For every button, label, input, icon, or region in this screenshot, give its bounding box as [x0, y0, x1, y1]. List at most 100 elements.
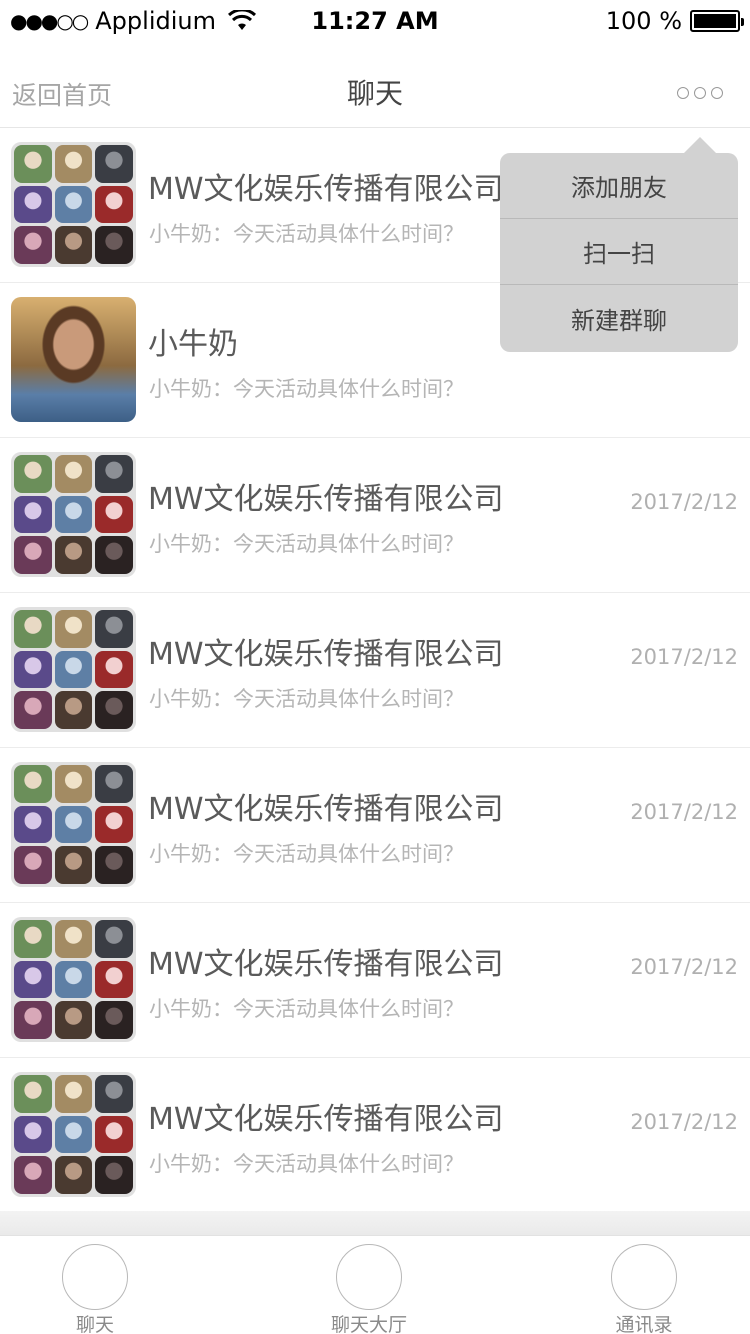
popup-arrow	[684, 137, 716, 153]
menu-item-scan[interactable]: 扫一扫	[500, 219, 738, 285]
conversation-name: MW文化娱乐传播有限公司	[148, 792, 504, 827]
member-photo	[95, 805, 133, 844]
member-photo	[54, 765, 93, 803]
member-photo	[14, 1001, 52, 1039]
tab-contacts[interactable]: 通讯录	[574, 1242, 714, 1334]
member-photo	[14, 805, 52, 844]
conversation-name: MW文化娱乐传播有限公司	[148, 637, 504, 672]
status-right: 100 %	[605, 4, 744, 38]
member-photo	[54, 805, 93, 844]
member-photo	[14, 765, 52, 803]
message-date: 2017/2/12	[630, 645, 738, 669]
conversation-name: MW文化娱乐传播有限公司	[148, 947, 504, 982]
member-photo	[54, 226, 93, 264]
nav-bar: 返回首页 聊天	[0, 42, 750, 128]
last-message: 小牛奶：今天活动具体什么时间？	[149, 222, 464, 246]
member-photo	[95, 495, 133, 534]
last-message: 小牛奶：今天活动具体什么时间？	[149, 842, 464, 866]
last-message: 小牛奶：今天活动具体什么时间？	[149, 997, 464, 1021]
member-photo	[14, 920, 52, 958]
member-photo	[54, 495, 93, 534]
popup-menu: 添加朋友 扫一扫 新建群聊	[500, 153, 738, 352]
member-photo	[95, 536, 133, 574]
conversation-row[interactable]: MW文化娱乐传播有限公司小牛奶：今天活动具体什么时间？ 2017/2/12	[0, 593, 750, 748]
page-title: 聊天	[346, 77, 403, 110]
member-photo	[14, 960, 52, 999]
menu-item-add-friend[interactable]: 添加朋友	[500, 153, 738, 219]
member-photo	[95, 1156, 133, 1194]
member-photo	[95, 650, 133, 689]
member-photo	[14, 650, 52, 689]
member-photo	[54, 1001, 93, 1039]
group-avatar	[11, 452, 136, 577]
group-avatar	[11, 142, 136, 267]
conversation-row[interactable]: MW文化娱乐传播有限公司 小牛奶：今天活动具体什么时间？ 2017/2/12	[0, 748, 750, 903]
conversation-row[interactable]: MW文化娱乐传播有限公司小牛奶：今天活动具体什么时间？ 2017/2/12	[0, 438, 750, 593]
member-photo	[95, 691, 133, 729]
member-photo	[95, 920, 133, 958]
member-photo	[54, 1115, 93, 1154]
member-photo	[14, 495, 52, 534]
tab-bar: 聊天 聊天大厅 通讯录	[0, 1235, 750, 1334]
member-photo	[14, 185, 52, 224]
member-photo	[54, 691, 93, 729]
member-photo	[54, 960, 93, 999]
member-photo	[95, 226, 133, 264]
tab-chat-hall[interactable]: 聊天大厅	[299, 1242, 439, 1334]
member-photo	[95, 960, 133, 999]
member-photo	[14, 536, 52, 574]
member-photo	[95, 610, 133, 648]
member-photo	[95, 765, 133, 803]
chat-hall-tab-icon	[336, 1244, 402, 1310]
member-photo	[54, 610, 93, 648]
member-photo	[14, 1075, 52, 1113]
member-photo	[54, 455, 93, 493]
member-photo	[95, 1001, 133, 1039]
member-photo	[95, 455, 133, 493]
member-photo	[95, 185, 133, 224]
conversation-name: MW文化娱乐传播有限公司	[148, 172, 504, 207]
member-photo	[54, 185, 93, 224]
conversation-row[interactable]: MW文化娱乐传播有限公司小牛奶：今天活动具体什么时间？ 2017/2/12	[0, 903, 750, 1058]
group-avatar	[11, 917, 136, 1042]
battery-icon	[690, 10, 744, 32]
member-photo	[54, 920, 93, 958]
message-date: 2017/2/12	[630, 490, 738, 514]
tab-label: 聊天	[75, 1314, 114, 1334]
contacts-tab-icon	[611, 1244, 677, 1310]
member-photo	[54, 145, 93, 183]
dot	[694, 87, 706, 99]
more-dots-icon[interactable]	[672, 76, 728, 110]
member-photo	[14, 145, 52, 183]
member-photo	[14, 226, 52, 264]
member-photo	[14, 1115, 52, 1154]
tab-label: 聊天大厅	[330, 1314, 407, 1334]
group-avatar	[11, 762, 136, 887]
battery-fill	[694, 14, 736, 28]
member-photo	[95, 1075, 133, 1113]
group-avatar	[11, 607, 136, 732]
list-footer-gap	[0, 1211, 750, 1235]
tab-chat[interactable]: 聊天	[25, 1242, 165, 1334]
member-photo	[95, 145, 133, 183]
last-message: 小牛奶：今天活动具体什么时间？	[149, 377, 464, 401]
chat-tab-icon	[62, 1244, 128, 1310]
menu-item-new-group-chat[interactable]: 新建群聊	[500, 285, 738, 351]
last-message: 小牛奶：今天活动具体什么时间？	[149, 687, 464, 711]
dot	[677, 87, 689, 99]
status-bar: ●●●○○ Applidium 11:27 AM 100 %	[0, 0, 750, 42]
tab-label: 通讯录	[615, 1314, 673, 1334]
last-message: 小牛奶：今天活动具体什么时间？	[149, 532, 464, 556]
member-photo	[54, 536, 93, 574]
member-photo	[14, 846, 52, 884]
member-photo	[14, 455, 52, 493]
member-photo	[54, 650, 93, 689]
battery-percent: 100 %	[605, 7, 682, 35]
message-date: 2017/2/12	[630, 955, 738, 979]
group-avatar	[11, 1072, 136, 1197]
member-photo	[54, 1075, 93, 1113]
member-photo	[54, 846, 93, 884]
conversation-row[interactable]: MW文化娱乐传播有限公司 小牛奶：今天活动具体什么时间？ 2017/2/12	[0, 1058, 750, 1213]
member-photo	[14, 1156, 52, 1194]
conversation-name: MW文化娱乐传播有限公司	[148, 482, 504, 517]
